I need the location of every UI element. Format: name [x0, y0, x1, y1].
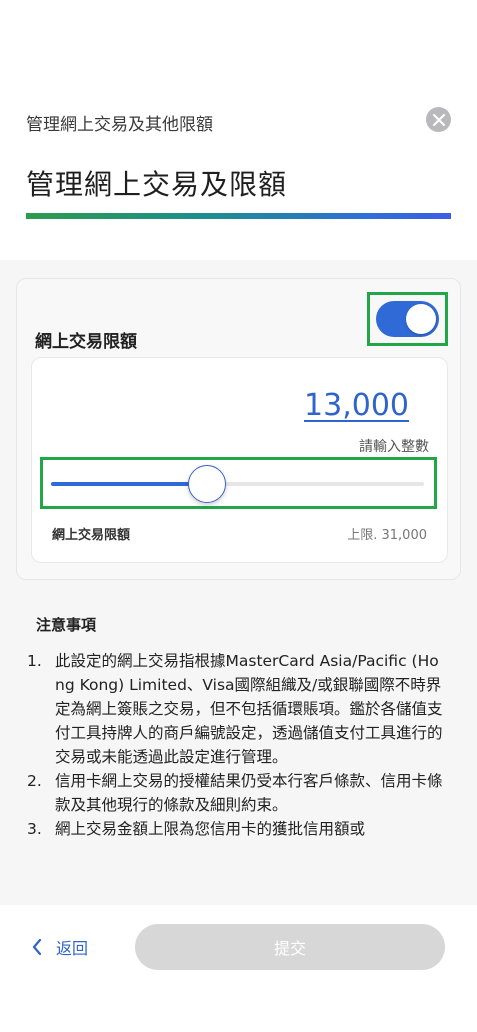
limit-input-card: 13,000 請輸入整數 網上交易限額 上限. 31,000	[31, 357, 448, 563]
slider-track-fill	[51, 482, 208, 486]
content-area: 網上交易限額 13,000 請輸入整數 網上交易限額 上限. 31,000 注意…	[0, 260, 477, 905]
title-gradient-bar	[26, 213, 451, 219]
online-limit-card: 網上交易限額 13,000 請輸入整數 網上交易限額 上限. 31,000	[16, 278, 461, 580]
slider-max-label: 上限. 31,000	[347, 528, 427, 543]
list-item: 3. 網上交易金額上限為您信用卡的獲批信用額或	[27, 817, 447, 841]
back-button[interactable]: 返回	[32, 935, 88, 959]
note-text: 信用卡網上交易的授權結果仍受本行客戶條款、信用卡條款及其他現行的條款及細則約束。	[55, 772, 443, 814]
note-number: 1.	[27, 652, 42, 670]
toggle-highlight-frame	[367, 292, 448, 346]
slider-label: 網上交易限額	[52, 528, 131, 543]
slider-track[interactable]	[51, 482, 424, 486]
chevron-left-icon	[32, 939, 42, 955]
limit-amount-input[interactable]: 13,000	[304, 388, 409, 423]
back-label: 返回	[56, 939, 89, 958]
online-limit-toggle[interactable]	[376, 301, 439, 337]
close-button[interactable]	[426, 107, 451, 132]
slider-thumb[interactable]	[188, 465, 227, 503]
note-text: 網上交易金額上限為您信用卡的獲批信用額或	[55, 820, 366, 838]
notes-list: 1. 此設定的網上交易指根據MasterCard Asia/Pacific (H…	[27, 649, 447, 841]
toggle-knob	[406, 304, 436, 334]
list-item: 1. 此設定的網上交易指根據MasterCard Asia/Pacific (H…	[27, 649, 447, 769]
page-title: 管理網上交易及限額	[26, 168, 288, 201]
card-title: 網上交易限額	[35, 332, 137, 352]
header: 管理網上交易及其他限額 管理網上交易及限額	[0, 0, 477, 260]
notes-title: 注意事項	[36, 616, 97, 634]
slider-highlight-frame	[40, 457, 437, 509]
note-number: 2.	[27, 772, 42, 790]
note-text: 此設定的網上交易指根據MasterCard Asia/Pacific (Hong…	[55, 652, 443, 766]
footer: 返回 提交	[0, 905, 477, 1032]
submit-button[interactable]: 提交	[135, 924, 445, 970]
list-item: 2. 信用卡網上交易的授權結果仍受本行客戶條款、信用卡條款及其他現行的條款及細則…	[27, 769, 447, 817]
close-icon	[432, 113, 445, 126]
note-number: 3.	[27, 820, 42, 838]
page-subtitle: 管理網上交易及其他限額	[26, 115, 213, 135]
integer-hint: 請輸入整數	[359, 439, 429, 455]
